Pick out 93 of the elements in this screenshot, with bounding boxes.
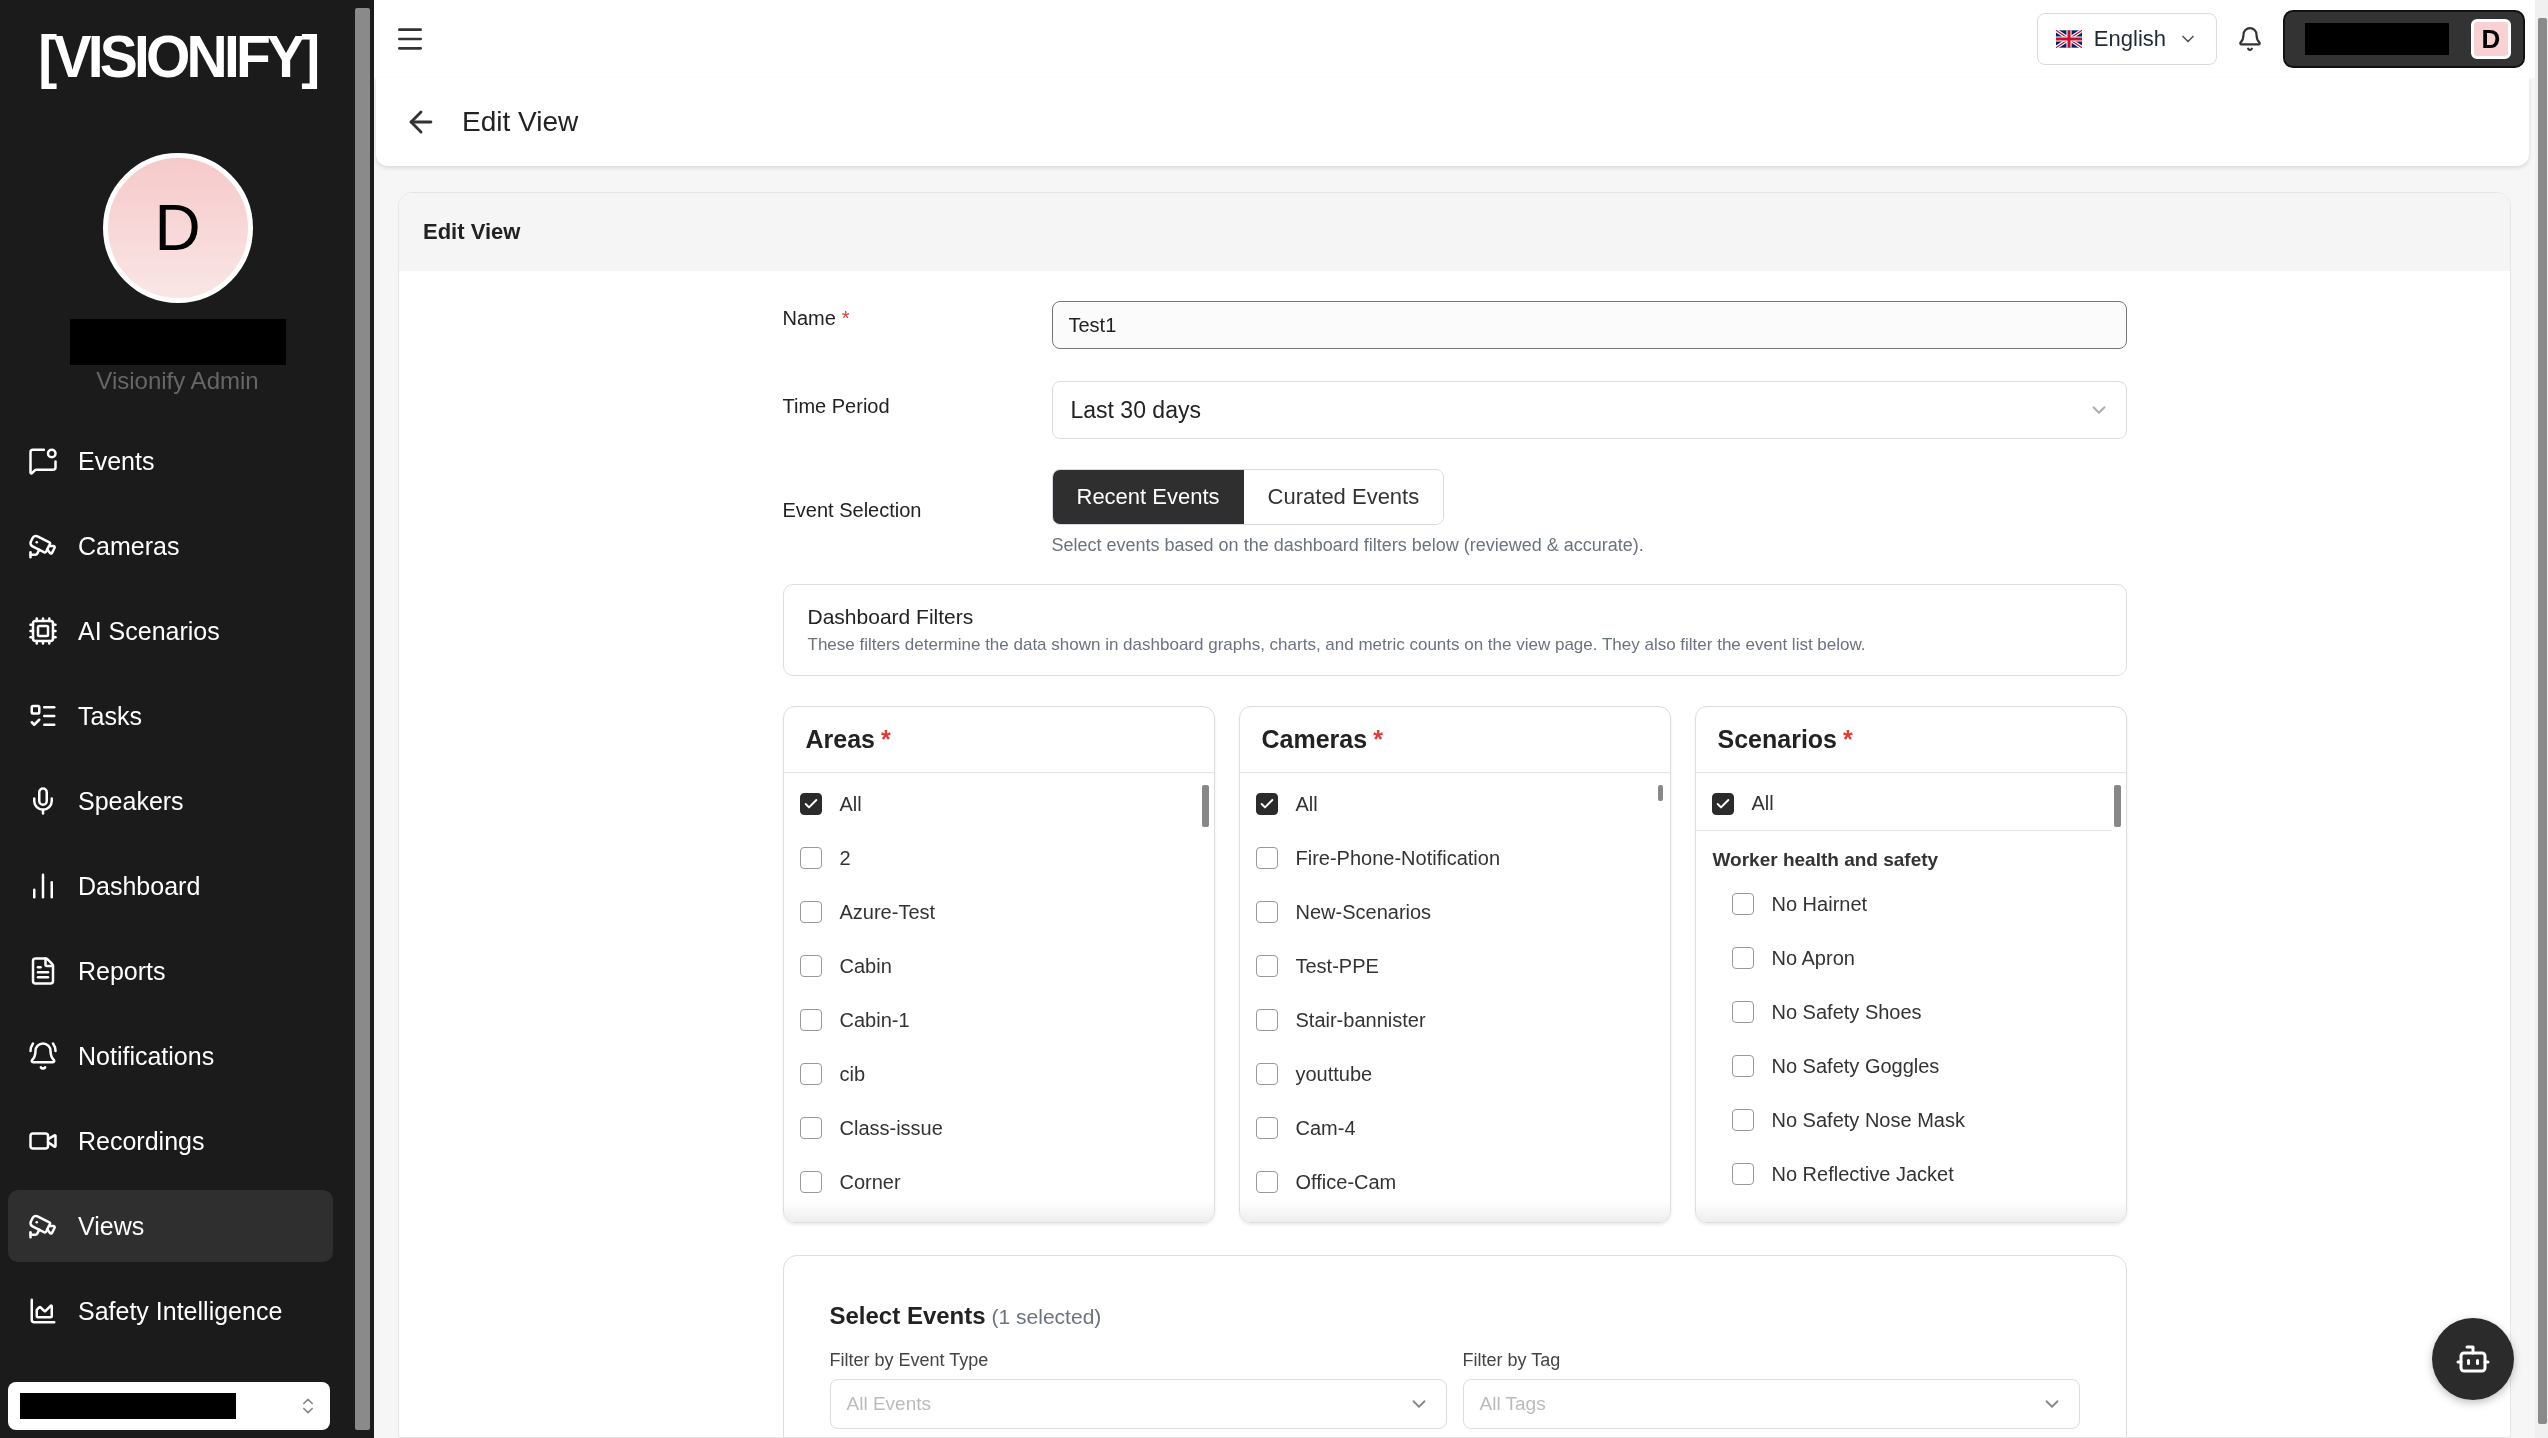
logo: [VISIONIFY] bbox=[38, 22, 317, 91]
option-label: All bbox=[1751, 792, 1774, 815]
option-label: cib bbox=[839, 1062, 866, 1086]
filter-label: Filter by Tag bbox=[1462, 1350, 1562, 1371]
option-label: All bbox=[839, 792, 862, 816]
option-label: Cabin-1 bbox=[839, 1008, 910, 1032]
option-label: No Safety Nose Mask bbox=[1771, 1108, 1965, 1132]
nav-item[interactable]: Safety Intelligence bbox=[8, 1275, 333, 1347]
user-menu[interactable]: D bbox=[2283, 10, 2525, 68]
page-title: Edit View bbox=[462, 106, 579, 138]
checkbox[interactable] bbox=[799, 901, 822, 923]
checkbox[interactable] bbox=[1711, 792, 1734, 815]
checkbox[interactable] bbox=[799, 1117, 822, 1139]
checkbox[interactable] bbox=[799, 793, 822, 815]
field-label: Name * bbox=[782, 306, 851, 330]
checkbox[interactable] bbox=[1731, 1001, 1754, 1023]
nav-item[interactable]: Speakers bbox=[8, 765, 333, 837]
option-label: Cam-4 bbox=[1295, 1116, 1356, 1140]
checkbox[interactable] bbox=[1255, 955, 1278, 977]
card-title: Edit View bbox=[399, 193, 2510, 271]
option-label: Test-PPE bbox=[1295, 954, 1379, 978]
panel-title: Cameras * bbox=[1239, 707, 1670, 773]
panel-title: Areas * bbox=[783, 707, 1214, 773]
group-heading: Worker health and safety bbox=[1711, 848, 1940, 872]
option-label: Stair-bannister bbox=[1295, 1008, 1426, 1032]
scrollbar-thumb[interactable] bbox=[1201, 785, 1209, 827]
option-label: Corner bbox=[839, 1170, 901, 1194]
flag-icon bbox=[2055, 30, 2082, 48]
nav-item[interactable]: Reports bbox=[8, 935, 333, 1007]
filter-label: Filter by Event Type bbox=[829, 1350, 990, 1371]
option-label: Azure-Test bbox=[839, 900, 936, 924]
option-label: youttube bbox=[1295, 1062, 1373, 1086]
option-label: No Hairnet bbox=[1771, 892, 1868, 916]
chat-bubble-icon bbox=[28, 446, 58, 476]
checkbox[interactable] bbox=[1731, 1163, 1754, 1185]
nav-item[interactable]: Dashboard bbox=[8, 850, 333, 922]
option-label: No Reflective Jacket bbox=[1771, 1162, 1954, 1186]
checkbox[interactable] bbox=[799, 1171, 822, 1193]
checkbox[interactable] bbox=[799, 1009, 822, 1031]
scrollbar-thumb[interactable] bbox=[2538, 18, 2547, 1424]
avatar: D bbox=[102, 153, 253, 303]
field-label: Time Period bbox=[782, 394, 891, 418]
checkbox[interactable] bbox=[1731, 947, 1754, 969]
nav-item[interactable]: Notifications bbox=[8, 1020, 333, 1092]
scrollbar-thumb[interactable] bbox=[355, 8, 370, 1430]
option-label: All bbox=[1295, 792, 1318, 816]
chip-icon bbox=[28, 616, 58, 646]
time-period-select[interactable]: Last 30 days bbox=[1051, 381, 2127, 439]
checkbox[interactable] bbox=[1731, 1055, 1754, 1077]
option-label: Class-issue bbox=[839, 1116, 943, 1140]
language-select[interactable]: English bbox=[2036, 13, 2217, 65]
option-label: Fire-Phone-Notification bbox=[1295, 846, 1501, 870]
nav-item[interactable]: AI Scenarios bbox=[8, 595, 333, 667]
scrollbar-thumb[interactable] bbox=[2113, 785, 2121, 827]
nav-item[interactable]: Views bbox=[8, 1190, 333, 1262]
nav-item[interactable]: Cameras bbox=[8, 510, 333, 582]
checkbox[interactable] bbox=[1255, 847, 1278, 869]
checkbox[interactable] bbox=[799, 955, 822, 977]
site-picker[interactable] bbox=[8, 1382, 330, 1430]
checkbox[interactable] bbox=[1255, 1117, 1278, 1139]
option-label: 2 bbox=[839, 846, 851, 870]
checkbox[interactable] bbox=[1255, 1009, 1278, 1031]
hint-text: Select events based on the dashboard filters below (reviewed & accurate). bbox=[1051, 535, 1645, 556]
option-label: No Safety Goggles bbox=[1771, 1054, 1940, 1078]
checkbox[interactable] bbox=[1255, 901, 1278, 923]
segment-tab[interactable]: Recent Events bbox=[1052, 470, 1244, 524]
name-input[interactable]: Test1 bbox=[1051, 301, 2127, 349]
checkbox[interactable] bbox=[1731, 1109, 1754, 1131]
field-label: Event Selection bbox=[782, 498, 923, 522]
area-chart-icon bbox=[28, 1296, 58, 1326]
user-initial: D bbox=[2471, 19, 2511, 59]
scrollbar-thumb[interactable] bbox=[1657, 785, 1663, 801]
checkbox[interactable] bbox=[1255, 1171, 1278, 1193]
option-label: Cabin bbox=[839, 954, 892, 978]
section-title: Select Events (1 selected) bbox=[829, 1302, 1103, 1330]
option-label: Office-Cam bbox=[1295, 1170, 1397, 1194]
panel-title: Scenarios * bbox=[1695, 707, 2126, 773]
checkbox[interactable] bbox=[1255, 793, 1278, 815]
checkbox[interactable] bbox=[1255, 1063, 1278, 1085]
bell-icon[interactable] bbox=[2237, 26, 2263, 52]
user-role: Visionify Admin bbox=[96, 367, 259, 395]
checkbox[interactable] bbox=[799, 847, 822, 869]
option-label: New-Scenarios bbox=[1295, 900, 1432, 924]
nav-item[interactable]: Events bbox=[8, 425, 333, 497]
nav-item[interactable]: Tasks bbox=[8, 680, 333, 752]
info-description: These filters determine the data shown in dashboard graphs, charts, and metric counts on the view page. They also filter the event list below. bbox=[807, 635, 1867, 655]
checkbox[interactable] bbox=[799, 1063, 822, 1085]
option-label: No Safety Shoes bbox=[1771, 1000, 1922, 1024]
option-label: No Apron bbox=[1771, 946, 1855, 970]
checkbox[interactable] bbox=[1731, 893, 1754, 915]
nav-item[interactable]: Recordings bbox=[8, 1105, 333, 1177]
bell-icon bbox=[28, 1041, 58, 1071]
info-title: Dashboard Filters bbox=[807, 605, 975, 629]
